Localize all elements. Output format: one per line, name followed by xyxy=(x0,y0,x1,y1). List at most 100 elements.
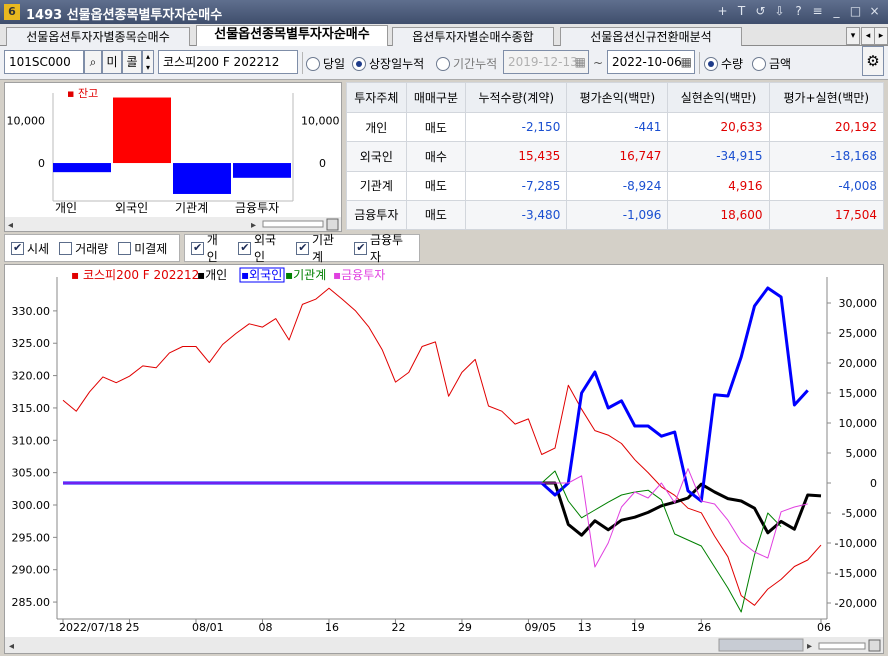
checkbox-금융투자[interactable]: 금융투자 xyxy=(354,231,413,265)
mini-legend: ▪ 잔고 xyxy=(67,87,98,100)
checkbox-기관계[interactable]: 기관계 xyxy=(296,231,344,265)
window-control-0[interactable]: + xyxy=(715,4,730,19)
code-input[interactable]: 101SC000 xyxy=(4,50,84,74)
checkbox-외국인[interactable]: 외국인 xyxy=(238,231,286,265)
tab-item-by-investor[interactable]: 선물옵션종목별투자자순매수 xyxy=(196,25,388,47)
x-tick-label: 29 xyxy=(458,621,472,634)
window-control-3[interactable]: ⇩ xyxy=(772,4,787,19)
tab-new-conversion[interactable]: 선물옵션신규전환매분석 xyxy=(560,27,742,46)
date-from-input[interactable]: 2019-12-13 ▦ xyxy=(503,50,589,74)
table-cell: -3,480 xyxy=(465,199,568,231)
radio-dot xyxy=(352,56,366,71)
zoom-box-icon[interactable] xyxy=(326,218,339,231)
window-control-7[interactable]: □ xyxy=(848,4,863,19)
legend-item[interactable]: ▪기관계 xyxy=(285,268,326,282)
checkbox-label: 금융투자 xyxy=(369,233,404,264)
divider xyxy=(699,52,700,74)
window-control-6[interactable]: _ xyxy=(829,4,844,19)
series-checkbox-bar: 시세 거래량 미결제 개인 외국인 기관계 금융투자 xyxy=(4,231,884,265)
window-control-1[interactable]: T xyxy=(734,4,749,19)
table-cell: -7,285 xyxy=(465,170,568,201)
mini-y-tick-left: 10,000 xyxy=(7,115,46,128)
checkbox-label: 기관계 xyxy=(311,233,335,264)
checkbox-개인[interactable]: 개인 xyxy=(191,231,228,265)
legend-item[interactable]: ▪ 코스피200 F 202212 xyxy=(71,268,199,282)
investor-trend-chart: 330.00 325.00 320.00 315.00 310.00 305.00 300.… xyxy=(4,264,884,654)
mini-bar xyxy=(53,163,111,173)
price-checkbox-group: 시세 거래량 미결제 xyxy=(4,234,180,262)
table-header-cell[interactable]: 실현손익(백만) xyxy=(667,82,770,113)
btn-mi[interactable]: 미 xyxy=(102,50,122,74)
investor-summary-table: 투자주체 매매구분 누적수량(계약) 평가손익(백만) 실현손익(백만) 평가+실현(백만… xyxy=(346,82,885,231)
table-cell: 외국인 xyxy=(346,141,407,172)
zoom-slider-track[interactable] xyxy=(818,642,866,650)
window-control-2[interactable]: ↺ xyxy=(753,4,768,19)
radio-period[interactable]: 기간누적 xyxy=(436,55,497,72)
table-row[interactable]: 외국인 매수 15,435 16,747 -34,915 -18,168 xyxy=(346,141,885,172)
right-tick-label: -20,000 xyxy=(835,597,877,610)
table-header-cell[interactable]: 평가손익(백만) xyxy=(566,82,669,113)
table-header-cell[interactable]: 누적수량(계약) xyxy=(465,82,568,113)
checkbox-label: 외국인 xyxy=(253,233,277,264)
table-header-cell[interactable]: 매매구분 xyxy=(405,82,467,113)
tab-option-summary[interactable]: 옵션투자자별순매수종합 xyxy=(392,27,554,46)
right-tick-label: 10,000 xyxy=(839,417,878,430)
right-tick-label: 0 xyxy=(870,477,877,490)
left-tick-label: 285.00 xyxy=(12,596,51,609)
legend-item[interactable]: ▪외국인 xyxy=(241,268,282,282)
date-to-input[interactable]: 2022-10-06 ▦ xyxy=(607,50,695,74)
mini-bar xyxy=(233,163,291,178)
x-tick-label: 08/01 xyxy=(192,621,224,634)
radio-amount[interactable]: 금액 xyxy=(752,55,791,72)
spin-updown-icon[interactable]: ▴ ▾ xyxy=(142,50,154,74)
tab-next-icon[interactable]: ▸ xyxy=(874,27,888,45)
x-tick-label: 19 xyxy=(631,621,645,634)
calendar-icon[interactable]: ▦ xyxy=(681,51,692,73)
checkbox-box xyxy=(118,241,132,255)
tab-investor-by-item[interactable]: 선물옵션투자자별종목순매수 xyxy=(6,27,190,46)
left-tick-label: 300.00 xyxy=(12,499,51,512)
scroll-right-icon[interactable]: ▸ xyxy=(807,641,812,652)
tab-prev-icon[interactable]: ◂ xyxy=(861,27,875,45)
x-tick-label: 25 xyxy=(125,621,139,634)
table-header-cell[interactable]: 투자주체 xyxy=(346,82,407,113)
scroll-right-icon[interactable]: ▸ xyxy=(251,220,256,231)
scroll-left-icon[interactable]: ◂ xyxy=(8,220,13,231)
table-cell: 4,916 xyxy=(667,170,770,201)
btn-call[interactable]: 콜 xyxy=(122,50,142,74)
calendar-icon[interactable]: ▦ xyxy=(575,51,586,73)
radio-quantity[interactable]: 수량 xyxy=(704,55,743,72)
checkbox-미결제[interactable]: 미결제 xyxy=(118,240,167,257)
checkbox-label: 거래량 xyxy=(75,241,109,256)
radio-dot xyxy=(752,56,766,71)
checkbox-시세[interactable]: 시세 xyxy=(11,240,49,257)
gear-icon[interactable]: ⚙ xyxy=(862,46,884,76)
zoom-slider-track[interactable] xyxy=(262,220,324,228)
checkbox-거래량[interactable]: 거래량 xyxy=(59,240,108,257)
legend-item[interactable]: ▪개인 xyxy=(197,268,227,282)
table-cell: 17,504 xyxy=(768,199,885,231)
tab-menu-icon[interactable]: ▾ xyxy=(846,27,860,45)
radio-today[interactable]: 당일 xyxy=(306,55,345,72)
window-control-5[interactable]: ≡ xyxy=(810,4,825,19)
window-control-4[interactable]: ? xyxy=(791,4,806,19)
table-row[interactable]: 기관계 매도 -7,285 -8,924 4,916 -4,008 xyxy=(346,170,885,201)
scroll-thumb[interactable] xyxy=(718,638,804,652)
search-icon[interactable]: ⌕ xyxy=(84,50,102,74)
app-icon: 6 xyxy=(4,4,20,20)
legend-item[interactable]: ▪금융투자 xyxy=(333,268,385,282)
left-tick-label: 310.00 xyxy=(12,434,51,447)
window-control-8[interactable]: × xyxy=(867,4,882,19)
table-cell: 20,192 xyxy=(768,111,885,143)
radio-since-listing[interactable]: 상장일누적 xyxy=(352,55,424,72)
table-header-cell[interactable]: 평가+실현(백만) xyxy=(768,82,885,113)
table-row[interactable]: 개인 매도 -2,150 -441 20,633 20,192 xyxy=(346,111,885,143)
query-toolbar: 101SC000 ⌕ 미 콜 ▴ ▾ 코스피200 F 202212 당일 상장일… xyxy=(0,46,888,80)
table-row[interactable]: 금융투자 매도 -3,480 -1,096 18,600 17,504 xyxy=(346,199,885,231)
checkbox-box xyxy=(238,241,251,255)
table-cell: 금융투자 xyxy=(346,199,407,231)
mini-category-label: 금융투자 xyxy=(235,201,279,215)
scroll-left-icon[interactable]: ◂ xyxy=(9,641,14,652)
checkbox-box xyxy=(11,241,24,255)
zoom-box-icon[interactable] xyxy=(868,639,881,652)
